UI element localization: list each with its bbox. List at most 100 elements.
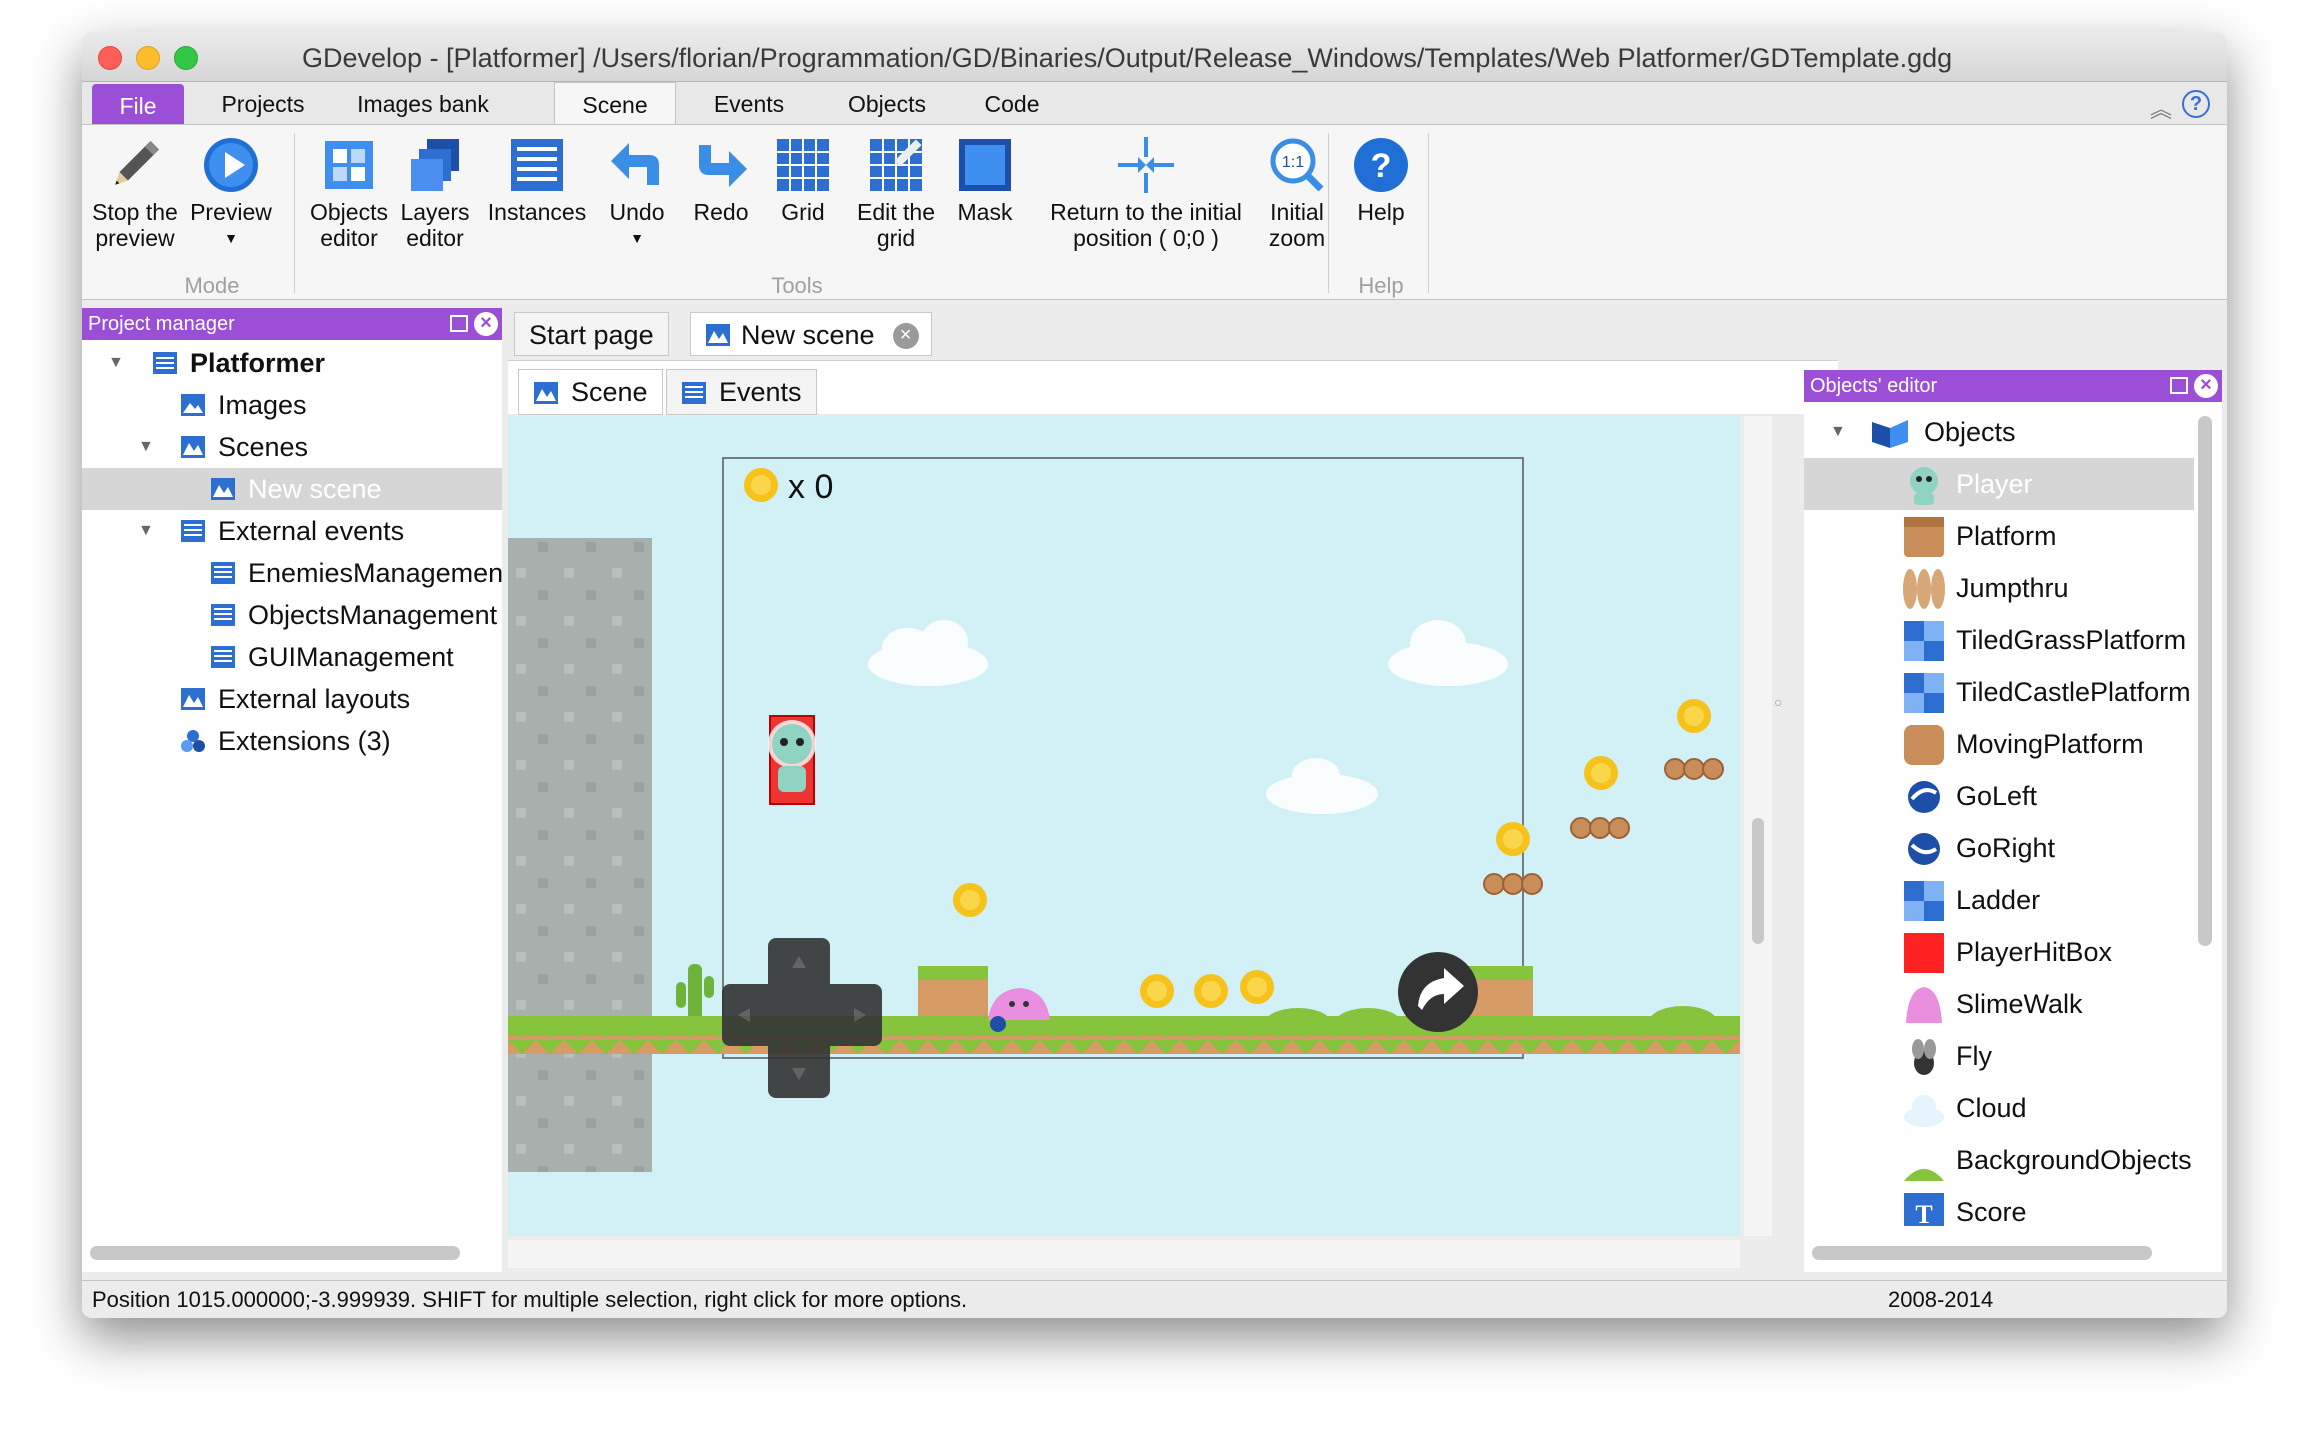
object-item-playerhitbox[interactable]: PlayerHitBox — [1804, 926, 2194, 978]
clouds — [868, 620, 1508, 814]
object-item-ladder[interactable]: Ladder — [1804, 874, 2194, 926]
events-icon — [682, 382, 706, 404]
doc-tab-start-page[interactable]: Start page — [514, 312, 669, 356]
maximize-panel-icon[interactable] — [450, 315, 468, 332]
group-label-mode: Mode — [184, 273, 240, 298]
tab-images-bank[interactable]: Images bank — [338, 82, 508, 124]
stop-preview-button[interactable]: Stop the preview — [90, 135, 180, 251]
doc-tab-new-scene[interactable]: New scene × — [690, 312, 932, 356]
scene-vertical-scrollbar[interactable] — [1752, 818, 1764, 944]
extensions-icon — [181, 730, 205, 752]
close-panel-icon[interactable]: × — [2194, 374, 2218, 398]
close-panel-icon[interactable]: × — [474, 312, 498, 336]
tab-file[interactable]: File — [92, 84, 184, 124]
text-object-icon: T — [1904, 1193, 1944, 1226]
cloud-icon — [1904, 1095, 1944, 1127]
objects-vertical-scrollbar[interactable] — [2198, 416, 2212, 946]
images-icon — [181, 394, 205, 416]
redo-button[interactable]: Redo — [676, 135, 766, 225]
object-item-jumpthru[interactable]: Jumpthru — [1804, 562, 2194, 614]
tree-item-scenes[interactable]: ▼ Scenes — [82, 426, 502, 468]
tree-item-platformer[interactable]: ▼ Platformer — [82, 342, 502, 384]
status-years: 2008-2014 — [1888, 1287, 1994, 1312]
return-initial-position-button[interactable]: Return to the initial position ( 0;0 ) — [1030, 135, 1262, 251]
expand-arrow-icon[interactable]: ▼ — [138, 510, 154, 552]
tab-scene[interactable]: Scene — [554, 82, 676, 124]
zoom-magnifier-icon: 1:1 — [1270, 138, 1324, 192]
tiled-sprite-icon — [1904, 673, 1944, 713]
svg-text:?: ? — [1371, 147, 1392, 185]
layers-editor-button[interactable]: Layers editor — [390, 135, 480, 251]
tree-item-external-events[interactable]: ▼ External events — [82, 510, 502, 552]
edit-grid-button[interactable]: Edit the grid — [846, 135, 946, 251]
tree-item-extensions[interactable]: Extensions (3) — [82, 720, 502, 762]
tab-events[interactable]: Events — [694, 82, 804, 124]
instances-button[interactable]: Instances — [482, 135, 592, 225]
list-icon — [511, 139, 563, 191]
scene-icon — [706, 324, 730, 346]
collapse-ribbon-icon[interactable]: ︽ — [2150, 92, 2172, 124]
tree-item-objects-management[interactable]: ObjectsManagement — [82, 594, 502, 636]
separator — [294, 133, 295, 293]
object-item-fly[interactable]: Fly — [1804, 1030, 2194, 1082]
title-bar: GDevelop - [Platformer] /Users/florian/P… — [82, 32, 2227, 82]
group-label-help: Help — [1358, 273, 1404, 298]
redo-arrow-icon — [699, 145, 747, 187]
object-item-goleft[interactable]: GoLeft — [1804, 770, 2194, 822]
castle-wall — [508, 538, 652, 1172]
object-item-movingplatform[interactable]: MovingPlatform — [1804, 718, 2194, 770]
object-item-platform[interactable]: Platform — [1804, 510, 2194, 562]
object-item-score[interactable]: T Score — [1804, 1186, 2194, 1226]
object-item-goright[interactable]: GoRight — [1804, 822, 2194, 874]
tab-projects[interactable]: Projects — [202, 82, 324, 124]
background-objects-icon — [1904, 1169, 1944, 1181]
objects-editor-button[interactable]: Objects editor — [304, 135, 394, 251]
scene-icon — [534, 382, 558, 404]
svg-text:T: T — [1915, 1200, 1932, 1226]
subtab-scene[interactable]: Scene — [518, 369, 663, 415]
expand-arrow-icon[interactable]: ▼ — [108, 342, 124, 384]
tab-code[interactable]: Code — [962, 82, 1062, 124]
dpad-control — [722, 938, 882, 1098]
separator — [1328, 133, 1329, 293]
slime-enemy — [988, 988, 1050, 1020]
coins — [744, 468, 1711, 1008]
preview-button[interactable]: Preview ▼ — [186, 135, 276, 251]
object-item-tiledcastleplatform[interactable]: TiledCastlePlatform — [1804, 666, 2194, 718]
object-item-player[interactable]: Player — [1804, 458, 2194, 510]
tree-item-new-scene[interactable]: New scene — [82, 468, 502, 510]
scene-subtab-bar: Scene Events — [508, 360, 1838, 415]
undo-button[interactable]: Undo ▼ — [592, 135, 682, 251]
jump-button-control — [1398, 952, 1478, 1032]
object-item-backgroundobjects[interactable]: BackgroundObjects — [1804, 1134, 2194, 1186]
close-window-button[interactable] — [98, 46, 122, 70]
object-item-tiledgrassplatform[interactable]: TiledGrassPlatform — [1804, 614, 2194, 666]
moving-platform-icon — [1904, 725, 1944, 765]
minimize-window-button[interactable] — [136, 46, 160, 70]
close-tab-icon[interactable]: × — [892, 323, 919, 349]
expand-arrow-icon[interactable]: ▼ — [1830, 406, 1846, 458]
object-item-slimewalk[interactable]: SlimeWalk — [1804, 978, 2194, 1030]
grid-button[interactable]: Grid — [758, 135, 848, 225]
tree-item-images[interactable]: Images — [82, 384, 502, 426]
tab-objects[interactable]: Objects — [832, 82, 942, 124]
object-item-cloud[interactable]: Cloud — [1804, 1082, 2194, 1134]
goleft-marker — [990, 1016, 1006, 1032]
zoom-window-button[interactable] — [174, 46, 198, 70]
help-circle-icon[interactable]: ? — [2182, 90, 2210, 118]
project-manager-scrollbar[interactable] — [90, 1246, 460, 1260]
tree-item-gui-management[interactable]: GUIManagement — [82, 636, 502, 678]
expand-arrow-icon[interactable]: ▼ — [138, 426, 154, 468]
objects-root[interactable]: ▼ Objects — [1804, 406, 2194, 458]
document-area: Start page New scene × Scene Events x 0 … — [508, 308, 1878, 1272]
objects-folder-icon — [1872, 420, 1908, 448]
tree-item-external-layouts[interactable]: External layouts — [82, 678, 502, 720]
help-button[interactable]: ? Help — [1336, 135, 1426, 225]
tree-item-enemies-management[interactable]: EnemiesManagement — [82, 552, 502, 594]
subtab-events[interactable]: Events — [666, 369, 817, 415]
mask-button[interactable]: Mask — [940, 135, 1030, 225]
maximize-panel-icon[interactable] — [2170, 377, 2188, 394]
scene-canvas[interactable]: x 0 — [508, 416, 1740, 1236]
splitter-handle[interactable]: ○ — [1774, 694, 1786, 718]
objects-horizontal-scrollbar[interactable] — [1812, 1246, 2152, 1260]
